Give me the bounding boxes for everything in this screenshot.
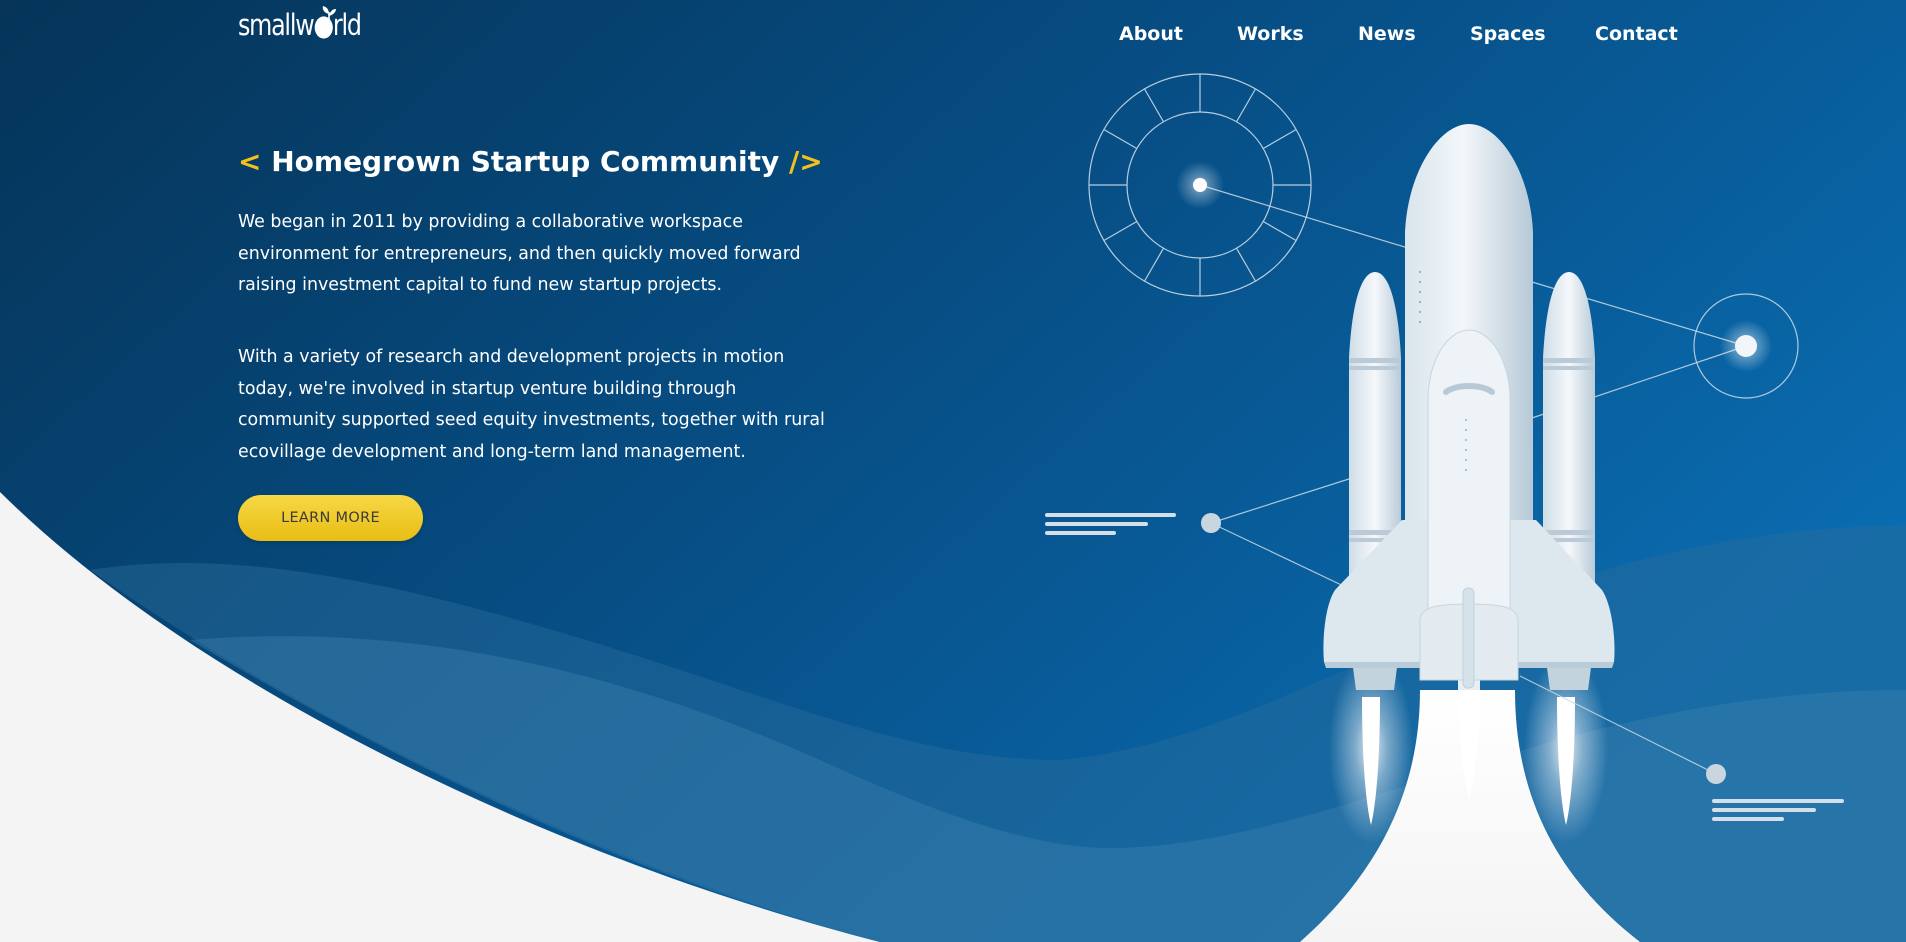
dial-spoke: [1235, 88, 1257, 123]
node-dot-right: [1735, 335, 1757, 357]
hero-paragraph-2: With a variety of research and developme…: [238, 347, 825, 462]
learn-more-button[interactable]: LEARN MORE: [238, 495, 423, 541]
nav-about[interactable]: About: [1119, 23, 1183, 45]
dial-spoke: [1103, 128, 1138, 150]
dial-spoke: [1103, 220, 1138, 242]
hero-paragraph-1: We began in 2011 by providing a collabor…: [238, 212, 801, 295]
nav-works[interactable]: Works: [1237, 23, 1304, 45]
dial-spoke: [1143, 247, 1165, 282]
headline-open-bracket: <: [238, 145, 262, 178]
dial-spoke: [1235, 247, 1257, 282]
node-dot-left: [1201, 513, 1221, 533]
headline-close-bracket: />: [789, 145, 823, 178]
rocket-illustration: [1045, 73, 1844, 942]
nav-spaces[interactable]: Spaces: [1470, 23, 1546, 45]
nav-contact[interactable]: Contact: [1595, 23, 1678, 45]
hero-headline: < Homegrown Startup Community />: [238, 145, 823, 178]
dial-spoke: [1262, 220, 1297, 242]
brand-logo[interactable]: smallw●rld: [238, 8, 362, 42]
radar-dot: [1193, 178, 1207, 192]
info-bars-right: [1712, 799, 1844, 821]
dial-spoke: [1262, 128, 1297, 150]
main-nav: About Works News Spaces Contact: [1090, 23, 1690, 53]
sprout-icon: [322, 6, 336, 25]
nav-news[interactable]: News: [1358, 23, 1416, 45]
dial-spoke: [1143, 88, 1165, 123]
headline-text: Homegrown Startup Community: [271, 145, 780, 178]
info-bars-left: [1045, 513, 1176, 535]
node-dot-bottom: [1706, 764, 1726, 784]
